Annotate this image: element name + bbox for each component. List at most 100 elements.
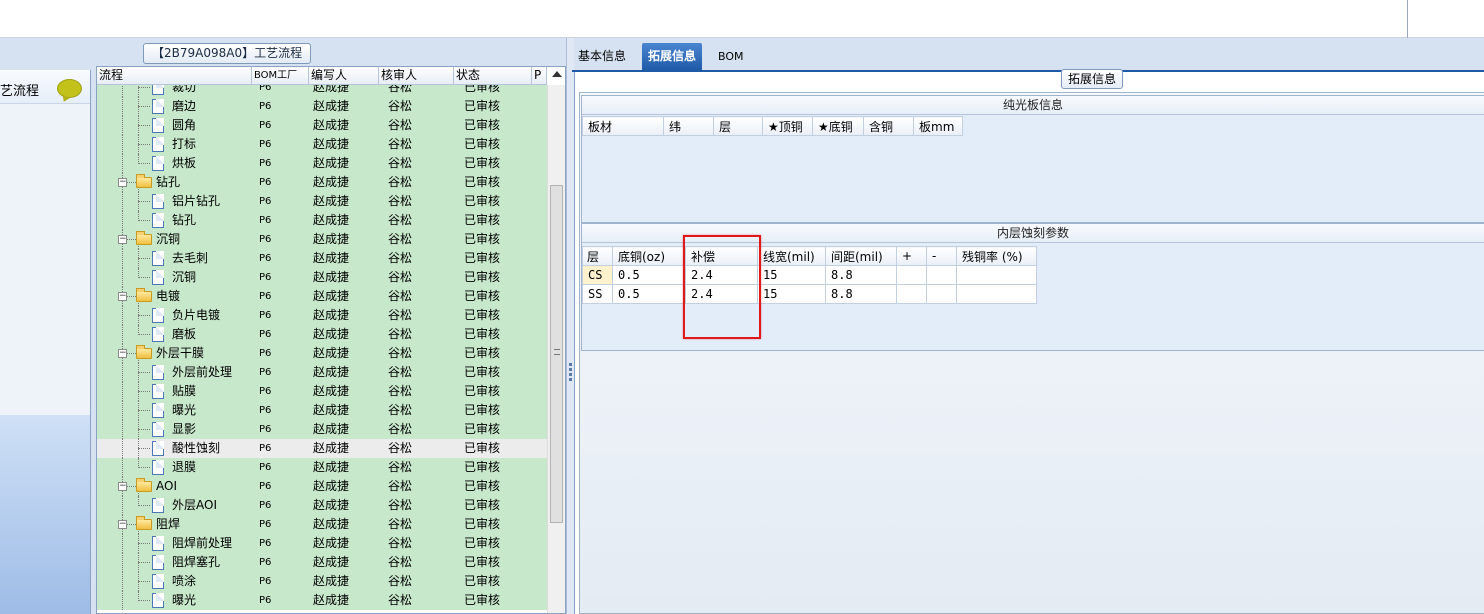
collapse-toggle-icon[interactable]: − xyxy=(118,482,127,491)
tab-basic-info[interactable]: 基本信息 xyxy=(572,43,632,70)
collapse-toggle-icon[interactable]: − xyxy=(118,178,127,187)
cell-bom-factory: P6 xyxy=(259,519,272,530)
pure-board-col-top-copper[interactable]: ★顶铜 xyxy=(762,116,813,136)
inner-etch-col-plus[interactable]: + xyxy=(896,246,927,266)
scroll-up-icon[interactable] xyxy=(552,71,562,77)
inner-etch-col-spacing[interactable]: 间距(mil) xyxy=(825,246,897,266)
tree-item-row[interactable]: 显影 P6 赵成捷 谷松 已审核 xyxy=(97,420,547,439)
tree-folder-row[interactable]: − 阻焊 P6 赵成捷 谷松 已审核 xyxy=(97,515,547,534)
tree-item-row[interactable]: 钻孔 P6 赵成捷 谷松 已审核 xyxy=(97,211,547,230)
inner-etch-col-line-width[interactable]: 线宽(mil) xyxy=(757,246,826,266)
tab-bom[interactable]: BOM xyxy=(712,43,750,70)
tab-extended-info[interactable]: 拓展信息 xyxy=(642,43,703,70)
col-header-p[interactable]: P xyxy=(532,67,547,85)
cell-layer[interactable]: SS xyxy=(582,284,613,304)
panel-splitter[interactable] xyxy=(566,38,574,614)
tree-item-row[interactable]: 阻焊塞孔 P6 赵成捷 谷松 已审核 xyxy=(97,553,547,572)
cell-line-width[interactable]: 15 xyxy=(757,265,826,285)
tree-item-row[interactable]: 外层前处理 P6 赵成捷 谷松 已审核 xyxy=(97,363,547,382)
cell-line-width[interactable]: 15 xyxy=(757,284,826,304)
chat-bubble-icon[interactable] xyxy=(57,79,82,98)
cell-reviewer: 谷松 xyxy=(388,441,413,455)
pure-board-col-board[interactable]: 板材 xyxy=(582,116,664,136)
tree-folder-row[interactable]: − 外层干膜 P6 赵成捷 谷松 已审核 xyxy=(97,344,547,363)
tree-item-row[interactable]: 喷涂 P6 赵成捷 谷松 已审核 xyxy=(97,572,547,591)
tree-item-row[interactable]: 磨板 P6 赵成捷 谷松 已审核 xyxy=(97,325,547,344)
pure-board-col-weft[interactable]: 纬 xyxy=(663,116,714,136)
col-header-reviewer[interactable]: 核审人 xyxy=(379,67,454,85)
tree-line xyxy=(138,315,150,316)
tree-folder-row[interactable]: − 电镀 P6 赵成捷 谷松 已审核 xyxy=(97,287,547,306)
cell-residual-copper[interactable] xyxy=(956,265,1037,285)
tree-item-row[interactable]: 沉铜 P6 赵成捷 谷松 已审核 xyxy=(97,268,547,287)
tree-item-row[interactable]: 退膜 P6 赵成捷 谷松 已审核 xyxy=(97,458,547,477)
cell-status: 已审核 xyxy=(464,118,501,132)
tree-item-row[interactable]: 阻焊前处理 P6 赵成捷 谷松 已审核 xyxy=(97,534,547,553)
cell-writer: 赵成捷 xyxy=(313,289,350,303)
inner-etch-row-cs[interactable]: CS 0.5 2.4 15 8.8 xyxy=(582,265,1037,285)
tree-folder-row[interactable]: − AOI P6 赵成捷 谷松 已审核 xyxy=(97,477,547,496)
tree-item-label: 阻焊塞孔 xyxy=(172,555,221,569)
pure-board-col-layer[interactable]: 层 xyxy=(713,116,763,136)
cell-minus[interactable] xyxy=(926,265,957,285)
cell-reviewer: 谷松 xyxy=(388,213,413,227)
tree-item-row[interactable]: 负片电镀 P6 赵成捷 谷松 已审核 xyxy=(97,306,547,325)
tree-line xyxy=(138,201,150,202)
process-panel-title: 【2B79A098A0】工艺流程 xyxy=(143,43,312,64)
document-icon xyxy=(152,365,164,380)
scroll-thumb[interactable] xyxy=(550,185,563,523)
col-header-bom[interactable]: BOM工厂 xyxy=(252,67,309,85)
cell-status: 已审核 xyxy=(464,346,501,360)
tree-item-label: 酸性蚀刻 xyxy=(172,441,221,455)
cell-spacing[interactable]: 8.8 xyxy=(825,265,897,285)
cell-residual-copper[interactable] xyxy=(956,284,1037,304)
splitter-grip-dot xyxy=(569,373,572,376)
process-scrollbar[interactable] xyxy=(547,71,565,613)
tree-item-row[interactable]: 烘板 P6 赵成捷 谷松 已审核 xyxy=(97,154,547,173)
tree-item-row[interactable]: 磨边 P6 赵成捷 谷松 已审核 xyxy=(97,97,547,116)
cell-plus[interactable] xyxy=(896,265,927,285)
cell-layer[interactable]: CS xyxy=(582,265,613,285)
cell-spacing[interactable]: 8.8 xyxy=(825,284,897,304)
col-header-status[interactable]: 状态 xyxy=(454,67,532,85)
inner-etch-col-base-copper[interactable]: 底铜(oz) xyxy=(612,246,686,266)
document-icon xyxy=(152,99,164,114)
cell-base-copper[interactable]: 0.5 xyxy=(612,284,686,304)
cell-minus[interactable] xyxy=(926,284,957,304)
col-header-flow[interactable]: 流程 xyxy=(97,67,252,85)
side-panel-header[interactable]: 艺流程 xyxy=(0,70,90,104)
tree-folder-row[interactable]: − 钻孔 P6 赵成捷 谷松 已审核 xyxy=(97,173,547,192)
tree-item-row[interactable]: 外层AOI P6 赵成捷 谷松 已审核 xyxy=(97,496,547,515)
cell-writer: 赵成捷 xyxy=(313,403,350,417)
pure-board-col-bottom-copper[interactable]: ★底铜 xyxy=(812,116,864,136)
tree-folder-row[interactable]: − 沉铜 P6 赵成捷 谷松 已审核 xyxy=(97,230,547,249)
inner-etch-row-ss[interactable]: SS 0.5 2.4 15 8.8 xyxy=(582,284,1037,304)
cell-base-copper[interactable]: 0.5 xyxy=(612,265,686,285)
cell-plus[interactable] xyxy=(896,284,927,304)
inner-etch-col-minus[interactable]: - xyxy=(926,246,957,266)
tree-item-row[interactable]: 铝片钻孔 P6 赵成捷 谷松 已审核 xyxy=(97,192,547,211)
inner-etch-col-layer[interactable]: 层 xyxy=(582,246,613,266)
collapse-toggle-icon[interactable]: − xyxy=(118,520,127,529)
pure-board-col-board-mm[interactable]: 板mm xyxy=(913,116,963,136)
tree-item-row[interactable]: 曝光 P6 赵成捷 谷松 已审核 xyxy=(97,401,547,420)
tree-line xyxy=(122,363,123,382)
collapse-toggle-icon[interactable]: − xyxy=(118,349,127,358)
collapse-toggle-icon[interactable]: − xyxy=(118,292,127,301)
cell-bom-factory: P6 xyxy=(259,348,272,359)
cell-writer: 赵成捷 xyxy=(313,175,350,189)
inner-etch-col-residual-copper[interactable]: 残铜率 (%) xyxy=(956,246,1037,266)
tree-item-row[interactable]: 圆角 P6 赵成捷 谷松 已审核 xyxy=(97,116,547,135)
tree-item-row[interactable]: 曝光 P6 赵成捷 谷松 已审核 xyxy=(97,591,547,610)
tree-item-row[interactable]: 打标 P6 赵成捷 谷松 已审核 xyxy=(97,135,547,154)
process-tree: 裁切 P6 赵成捷 谷松 已审核 磨边 P6 赵成捷 谷松 已审核 圆角 P6 赵成捷 谷松 已审核 打标 P6… xyxy=(97,78,547,610)
pure-board-title: 纯光板信息 xyxy=(582,96,1484,115)
collapse-toggle-icon[interactable]: − xyxy=(118,235,127,244)
col-header-writer[interactable]: 编写人 xyxy=(309,67,379,85)
side-panel-title: 艺流程 xyxy=(0,84,40,99)
top-bar-divider xyxy=(1407,0,1408,38)
tree-item-row[interactable]: 酸性蚀刻 P6 赵成捷 谷松 已审核 xyxy=(97,439,547,458)
tree-item-row[interactable]: 贴膜 P6 赵成捷 谷松 已审核 xyxy=(97,382,547,401)
tree-item-row[interactable]: 去毛刺 P6 赵成捷 谷松 已审核 xyxy=(97,249,547,268)
pure-board-col-contains-copper[interactable]: 含铜 xyxy=(863,116,914,136)
